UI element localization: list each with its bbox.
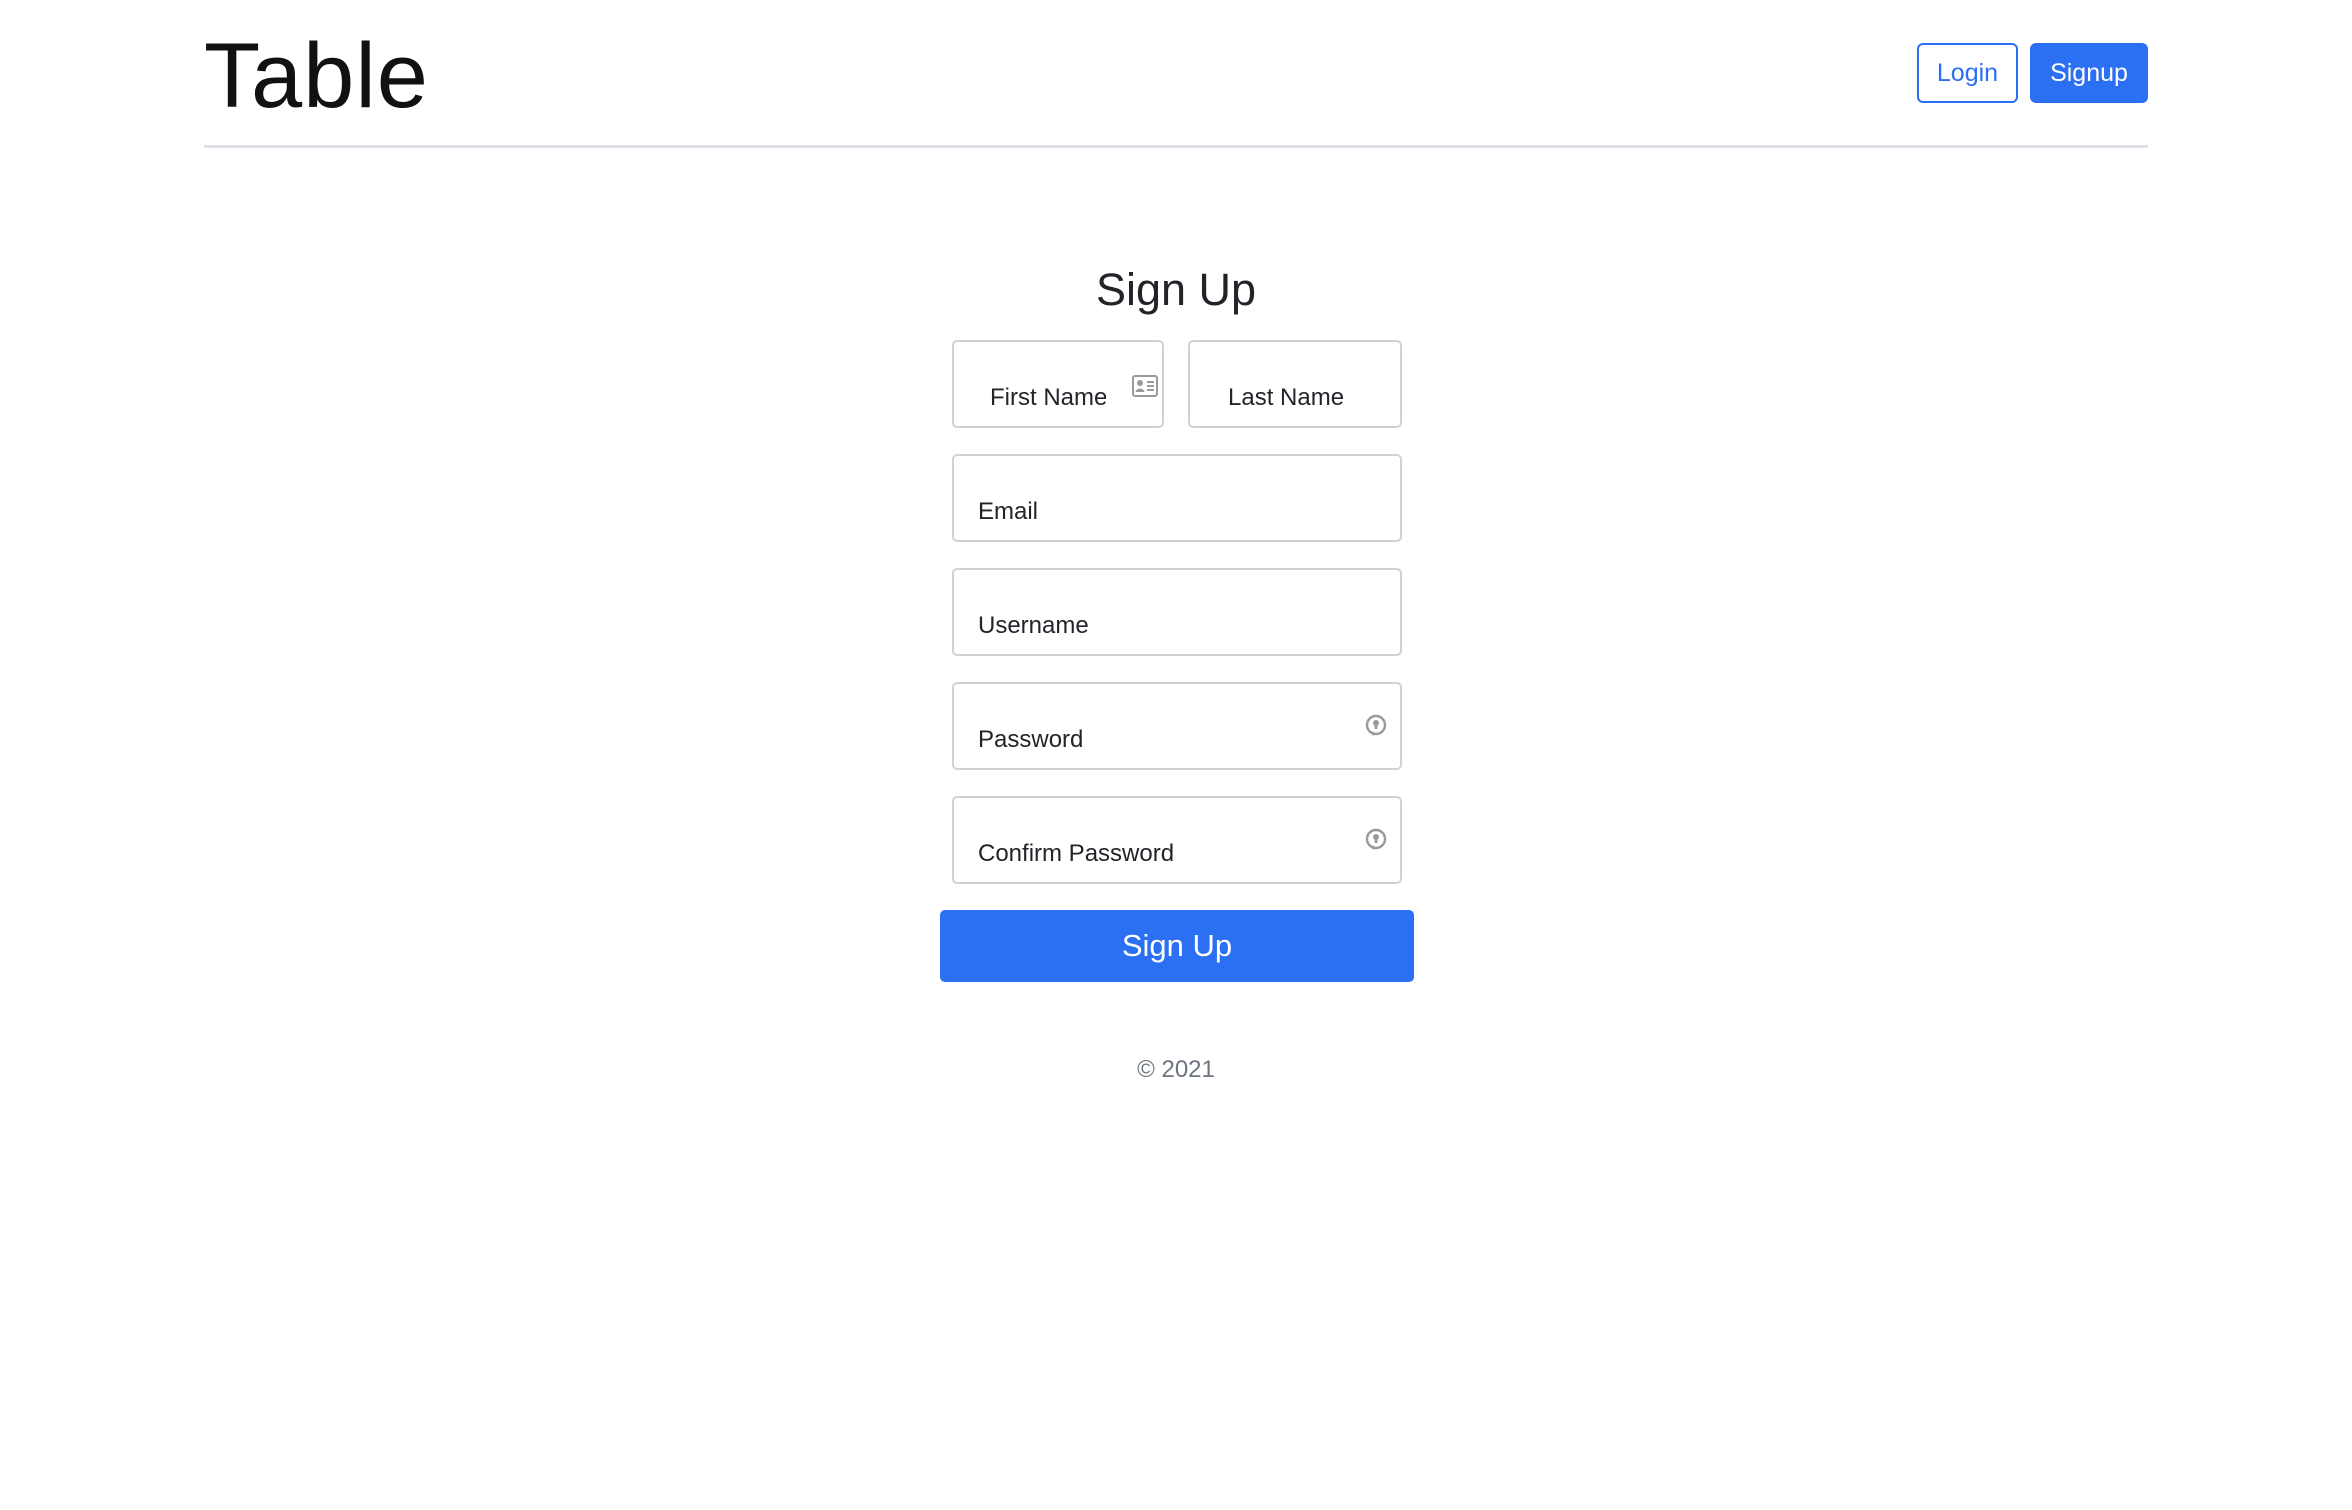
confirm-password-input[interactable] — [954, 798, 1400, 882]
email-field — [952, 454, 1402, 542]
signup-page: Table Login Signup Sign Up First Name La… — [0, 0, 2352, 1510]
sign-up-submit-button[interactable]: Sign Up — [940, 910, 1414, 982]
confirm-password-field — [952, 796, 1402, 884]
username-field — [952, 568, 1402, 656]
form-title: Sign Up — [1095, 264, 1257, 315]
footer-copyright: © 2021 — [1137, 1056, 1215, 1083]
password-field — [952, 682, 1402, 770]
password-input[interactable] — [954, 684, 1400, 768]
first-name-field — [952, 340, 1164, 428]
last-name-field — [1188, 340, 1402, 428]
email-input[interactable] — [954, 456, 1400, 540]
username-input[interactable] — [954, 570, 1400, 654]
login-button[interactable]: Login — [1917, 43, 2018, 103]
signup-nav-button[interactable]: Signup — [2030, 43, 2148, 103]
last-name-input[interactable] — [1190, 342, 1400, 426]
brand-title: Table — [204, 25, 429, 127]
top-navbar: Table Login Signup — [204, 0, 2148, 148]
first-name-input[interactable] — [954, 342, 1162, 426]
